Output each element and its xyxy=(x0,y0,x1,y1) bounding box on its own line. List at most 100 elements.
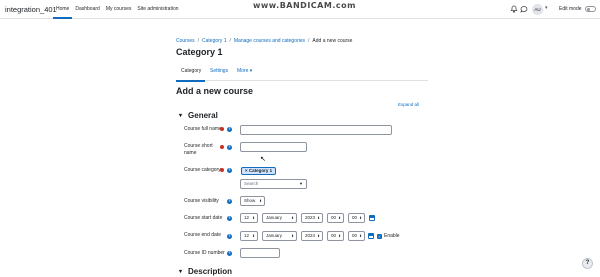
fullname-input[interactable] xyxy=(240,125,392,135)
help-icon[interactable]: ? xyxy=(227,216,232,221)
end-year-value: 2024 xyxy=(305,233,316,238)
tab-settings[interactable]: Settings xyxy=(210,68,228,74)
idnumber-input[interactable] xyxy=(240,248,280,258)
shortname-label: Course short xyxy=(184,143,213,149)
top-navbar: integration_401 Home Dashboard My course… xyxy=(0,0,600,19)
help-icon[interactable]: ? xyxy=(227,168,232,173)
recording-watermark: www.BANDICAM.com xyxy=(253,1,356,10)
bell-icon[interactable] xyxy=(509,5,518,14)
chevron-down-icon: ▾ xyxy=(179,113,183,119)
visibility-label: Course visibility xyxy=(184,198,219,204)
end-date-enable-checkbox[interactable]: ✓ xyxy=(377,234,382,239)
category-selected-label: Category 1 xyxy=(248,168,273,173)
end-month-select[interactable]: January ⬍ xyxy=(262,231,297,241)
visibility-value: Show xyxy=(244,198,256,203)
start-date-label: Course start date xyxy=(184,215,223,221)
breadcrumb-separator: / xyxy=(197,38,200,44)
visibility-select[interactable]: Show ⬍ xyxy=(240,196,265,206)
end-year-select[interactable]: 2024 ⬍ xyxy=(301,231,323,241)
secondary-navigation: Category Settings More ▾ xyxy=(176,65,428,81)
end-day-value: 12 xyxy=(244,233,250,238)
start-minute-select[interactable]: 00 ⬍ xyxy=(348,213,365,223)
calendar-icon[interactable] xyxy=(368,233,374,239)
help-floating-button[interactable]: ? xyxy=(582,258,593,269)
primary-navigation: Home Dashboard My courses Site administr… xyxy=(53,0,182,19)
idnumber-label: Course ID number xyxy=(184,250,225,256)
nav-site-administration[interactable]: Site administration xyxy=(134,0,181,19)
breadcrumb-separator: / xyxy=(229,38,231,44)
edit-mode-label: Edit mode xyxy=(559,6,582,12)
caret-icon: ⬍ xyxy=(338,234,341,238)
section-general-title: General xyxy=(188,111,218,120)
category-label: Course category xyxy=(184,167,221,173)
breadcrumb-courses[interactable]: Courses xyxy=(176,38,195,44)
caret-icon: ⬍ xyxy=(359,216,362,220)
tab-more[interactable]: More ▾ xyxy=(237,68,252,74)
end-minute-value: 00 xyxy=(352,233,358,238)
shortname-label-line2: name xyxy=(184,150,197,156)
edit-mode-toggle[interactable] xyxy=(585,6,596,12)
category-search-placeholder: Search xyxy=(244,181,259,186)
fullname-label: Course full name xyxy=(184,126,222,132)
chevron-down-icon[interactable]: ▾ xyxy=(545,5,548,11)
caret-icon: ⬍ xyxy=(291,234,294,238)
user-avatar[interactable]: AU xyxy=(532,4,543,15)
caret-icon: ⬍ xyxy=(252,216,255,220)
help-icon[interactable]: ? xyxy=(227,251,232,256)
expand-all-link[interactable]: Expand all xyxy=(398,102,419,107)
category-selected-badge[interactable]: × Category 1 xyxy=(241,167,277,175)
help-icon[interactable]: ? xyxy=(227,199,232,204)
tab-category[interactable]: Category xyxy=(181,68,201,74)
start-minute-value: 00 xyxy=(352,215,358,220)
help-icon[interactable]: ? xyxy=(227,127,232,132)
end-minute-select[interactable]: 00 ⬍ xyxy=(348,231,365,241)
active-tab-indicator xyxy=(176,80,205,82)
end-hour-value: 00 xyxy=(331,233,337,238)
start-year-value: 2023 xyxy=(305,215,316,220)
breadcrumb: Courses / Category 1 / Manage courses an… xyxy=(176,38,352,44)
help-icon[interactable]: ? xyxy=(227,234,232,239)
site-name[interactable]: integration_401 xyxy=(5,5,57,14)
caret-icon: ⬍ xyxy=(252,234,255,238)
chat-icon[interactable] xyxy=(519,5,528,14)
category-search-select[interactable]: Search ▼ xyxy=(240,179,307,189)
start-hour-value: 00 xyxy=(331,215,337,220)
start-day-select[interactable]: 12 ⬍ xyxy=(240,213,258,223)
start-year-select[interactable]: 2023 ⬍ xyxy=(301,213,323,223)
start-month-value: January xyxy=(266,215,283,220)
caret-down-icon: ▼ xyxy=(299,181,303,186)
section-general-header[interactable]: ▾ General xyxy=(179,111,218,120)
caret-icon: ⬍ xyxy=(317,216,320,220)
page-title: Category 1 xyxy=(176,47,223,57)
shortname-input[interactable] xyxy=(240,142,307,152)
enable-label: Enable xyxy=(384,233,400,239)
caret-icon: ⬍ xyxy=(259,199,262,203)
end-day-select[interactable]: 12 ⬍ xyxy=(240,231,258,241)
nav-dashboard[interactable]: Dashboard xyxy=(72,0,102,19)
calendar-icon[interactable] xyxy=(369,215,375,221)
start-month-select[interactable]: January ⬍ xyxy=(262,213,297,223)
help-icon[interactable]: ? xyxy=(227,145,232,150)
caret-icon: ⬍ xyxy=(338,216,341,220)
caret-icon: ⬍ xyxy=(317,234,320,238)
breadcrumb-separator: / xyxy=(308,38,310,44)
required-icon xyxy=(220,127,224,131)
start-hour-select[interactable]: 00 ⬍ xyxy=(327,213,344,223)
end-date-label: Course end date xyxy=(184,232,221,238)
mouse-cursor-icon: ↖ xyxy=(260,156,266,163)
breadcrumb-manage-courses[interactable]: Manage courses and categories xyxy=(234,38,305,44)
end-month-value: January xyxy=(266,233,283,238)
required-icon xyxy=(220,168,224,172)
nav-home[interactable]: Home xyxy=(53,0,73,19)
breadcrumb-current: Add a new course xyxy=(312,38,353,44)
section-description-title: Description xyxy=(188,267,233,276)
start-day-value: 12 xyxy=(244,215,250,220)
end-hour-select[interactable]: 00 ⬍ xyxy=(327,231,344,241)
nav-my-courses[interactable]: My courses xyxy=(103,0,135,19)
chevron-down-icon: ▾ xyxy=(179,269,183,275)
caret-icon: ⬍ xyxy=(359,234,362,238)
breadcrumb-category[interactable]: Category 1 xyxy=(202,38,226,44)
caret-icon: ⬍ xyxy=(291,216,294,220)
section-description-header[interactable]: ▾ Description xyxy=(179,267,232,276)
form-heading: Add a new course xyxy=(176,86,254,96)
